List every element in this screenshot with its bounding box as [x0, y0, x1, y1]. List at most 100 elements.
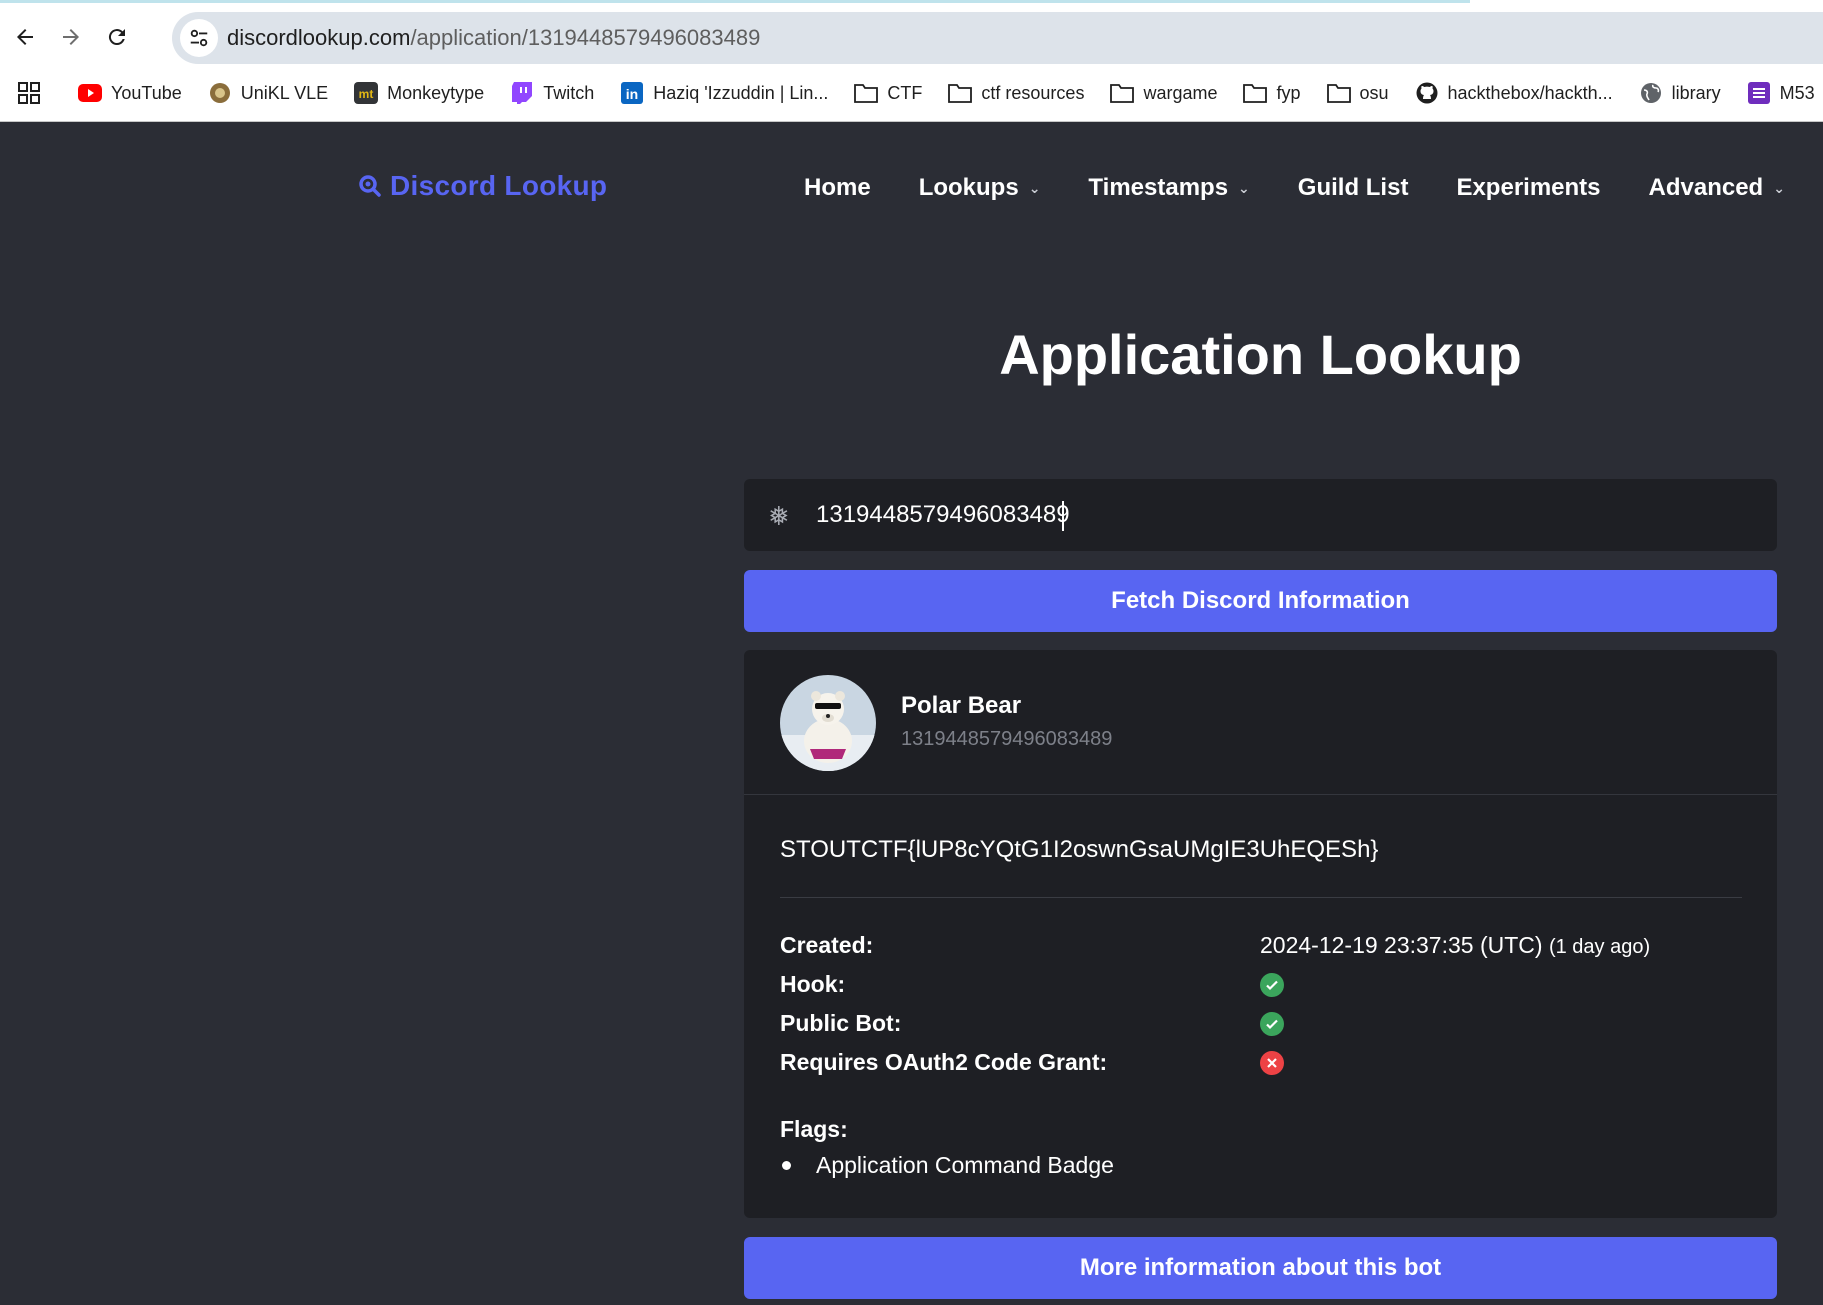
bookmark-folder-osu[interactable]: osu: [1326, 81, 1389, 105]
monkeytype-icon: mt: [354, 81, 379, 105]
svg-text:in: in: [626, 86, 638, 102]
site-header: Discord Lookup Home Lookups ⌄ Timestamps ⌄…: [0, 122, 1823, 252]
check-circle-icon: [1260, 1012, 1284, 1036]
bookmark-label: library: [1671, 82, 1721, 103]
bookmark-folder-ctf[interactable]: CTF: [854, 81, 922, 105]
bookmark-folder-ctf-resources[interactable]: ctf resources: [948, 81, 1084, 105]
application-id: 1319448579496083489: [901, 728, 1113, 750]
folder-icon: [948, 81, 973, 105]
youtube-icon: [78, 81, 102, 105]
check-circle-icon: [1260, 973, 1284, 997]
more-information-button[interactable]: More information about this bot: [744, 1237, 1777, 1299]
folder-icon: [1326, 81, 1351, 105]
main-nav: Home Lookups ⌄ Timestamps ⌄ Guild List Exp…: [804, 174, 1823, 202]
bookmark-github[interactable]: hackthebox/hackth...: [1415, 81, 1613, 105]
hook-label: Hook:: [780, 971, 846, 997]
bookmark-youtube[interactable]: YouTube: [78, 81, 182, 105]
apps-grid-icon: [18, 82, 40, 104]
nav-label: Experiments: [1456, 174, 1601, 201]
list-item: Application Command Badge: [780, 1152, 1114, 1179]
application-id-input[interactable]: [816, 479, 1716, 551]
chevron-down-icon: ⌄: [1238, 179, 1250, 196]
bookmark-label: YouTube: [111, 82, 182, 103]
avatar: [780, 675, 876, 771]
url-host: discordlookup.com: [227, 25, 411, 50]
bookmark-library[interactable]: library: [1639, 81, 1721, 105]
folder-icon: [1243, 81, 1268, 105]
nav-label: Advanced: [1648, 174, 1764, 201]
public-bot-label: Public Bot:: [780, 1010, 902, 1036]
unikl-icon: [208, 81, 232, 105]
reload-button[interactable]: [96, 16, 138, 58]
address-bar[interactable]: discordlookup.com/application/1319448579…: [172, 12, 1823, 64]
text-caret: [1062, 501, 1064, 531]
flags-list: Application Command Badge: [780, 1152, 1114, 1179]
chevron-down-icon: ⌄: [1028, 179, 1041, 196]
x-circle-icon: [1260, 1051, 1284, 1075]
bookmark-label: CTF: [887, 82, 923, 103]
site-info-button[interactable]: [180, 19, 218, 57]
bookmark-monkeytype[interactable]: mt Monkeytype: [354, 81, 484, 105]
url-text[interactable]: discordlookup.com/application/1319448579…: [227, 25, 760, 51]
bookmark-label: hackthebox/hackth...: [1447, 82, 1613, 103]
application-id-field[interactable]: ❅: [744, 479, 1777, 551]
bookmark-label: M53: [1779, 82, 1815, 103]
flags-label: Flags:: [780, 1116, 848, 1142]
list-icon: [1747, 81, 1771, 105]
bullet-icon: [782, 1161, 791, 1170]
bookmark-label: osu: [1359, 82, 1389, 103]
bookmark-label: fyp: [1276, 82, 1301, 103]
bookmark-unikl-vle[interactable]: UniKL VLE: [208, 81, 328, 105]
bookmark-label: Monkeytype: [387, 82, 485, 103]
bookmark-linkedin[interactable]: in Haziq 'Izzuddin | Lin...: [620, 81, 828, 105]
application-header: Polar Bear 1319448579496083489: [744, 650, 1777, 795]
tune-icon: [190, 29, 208, 47]
created-timestamp: 2024-12-19 23:37:35 (UTC): [1260, 932, 1543, 958]
bookmarks-bar: YouTube UniKL VLE mt Monkeytype Twitch i…: [0, 72, 1823, 114]
linkedin-icon: in: [620, 81, 644, 105]
url-path: /application/1319448579496083489: [410, 25, 761, 50]
site-logo[interactable]: Discord Lookup: [358, 170, 607, 202]
nav-lookups[interactable]: Lookups ⌄: [919, 174, 1041, 202]
bookmark-folder-wargame[interactable]: wargame: [1110, 81, 1217, 105]
bookmark-label: Haziq 'Izzuddin | Lin...: [653, 82, 829, 103]
apps-button[interactable]: [18, 82, 40, 104]
logo-text: Discord Lookup: [390, 170, 608, 201]
bookmark-m53[interactable]: M53: [1747, 81, 1815, 105]
bookmark-twitch[interactable]: Twitch: [510, 81, 594, 105]
bookmark-folder-fyp[interactable]: fyp: [1243, 81, 1301, 105]
nav-label: Guild List: [1297, 174, 1409, 201]
page-title: Application Lookup: [999, 323, 1522, 386]
arrow-left-icon: [17, 29, 33, 45]
chevron-down-icon: ⌄: [1773, 179, 1785, 196]
bookmark-label: ctf resources: [981, 82, 1085, 103]
arrow-right-icon: [63, 29, 79, 45]
oauth-grant-label: Requires OAuth2 Code Grant:: [780, 1049, 1108, 1075]
nav-label: Timestamps: [1088, 174, 1229, 201]
fetch-information-button[interactable]: Fetch Discord Information: [744, 570, 1777, 632]
svg-text:mt: mt: [359, 87, 374, 101]
nav-advanced[interactable]: Advanced ⌄: [1649, 174, 1785, 202]
reload-icon: [108, 29, 125, 46]
back-button[interactable]: [4, 16, 46, 58]
github-icon: [1415, 81, 1439, 105]
bookmark-label: Twitch: [543, 82, 595, 103]
nav-home[interactable]: Home: [804, 174, 871, 202]
snowflake-icon: ❅: [768, 501, 790, 531]
folder-icon: [1110, 81, 1135, 105]
application-description: STOUTCTF{lUP8cYQtG1I2oswnGsaUMgIE3UhEQES…: [780, 836, 1379, 863]
created-value: 2024-12-19 23:37:35 (UTC) (1 day ago): [1260, 932, 1650, 959]
globe-icon: [1639, 81, 1663, 105]
nav-experiments[interactable]: Experiments: [1456, 174, 1600, 202]
page-load-progress: [0, 0, 1470, 3]
flag-label: Application Command Badge: [816, 1152, 1114, 1178]
application-result-card: Polar Bear 1319448579496083489 STOUTCTF{…: [744, 650, 1777, 1218]
twitch-icon: [510, 81, 534, 105]
nav-label: Home: [804, 174, 871, 201]
forward-button[interactable]: [50, 16, 92, 58]
nav-guild-list[interactable]: Guild List: [1298, 174, 1409, 202]
section-divider: [780, 897, 1742, 898]
nav-timestamps[interactable]: Timestamps ⌄: [1088, 174, 1249, 202]
search-icon: [359, 175, 381, 197]
created-label: Created:: [780, 932, 874, 958]
